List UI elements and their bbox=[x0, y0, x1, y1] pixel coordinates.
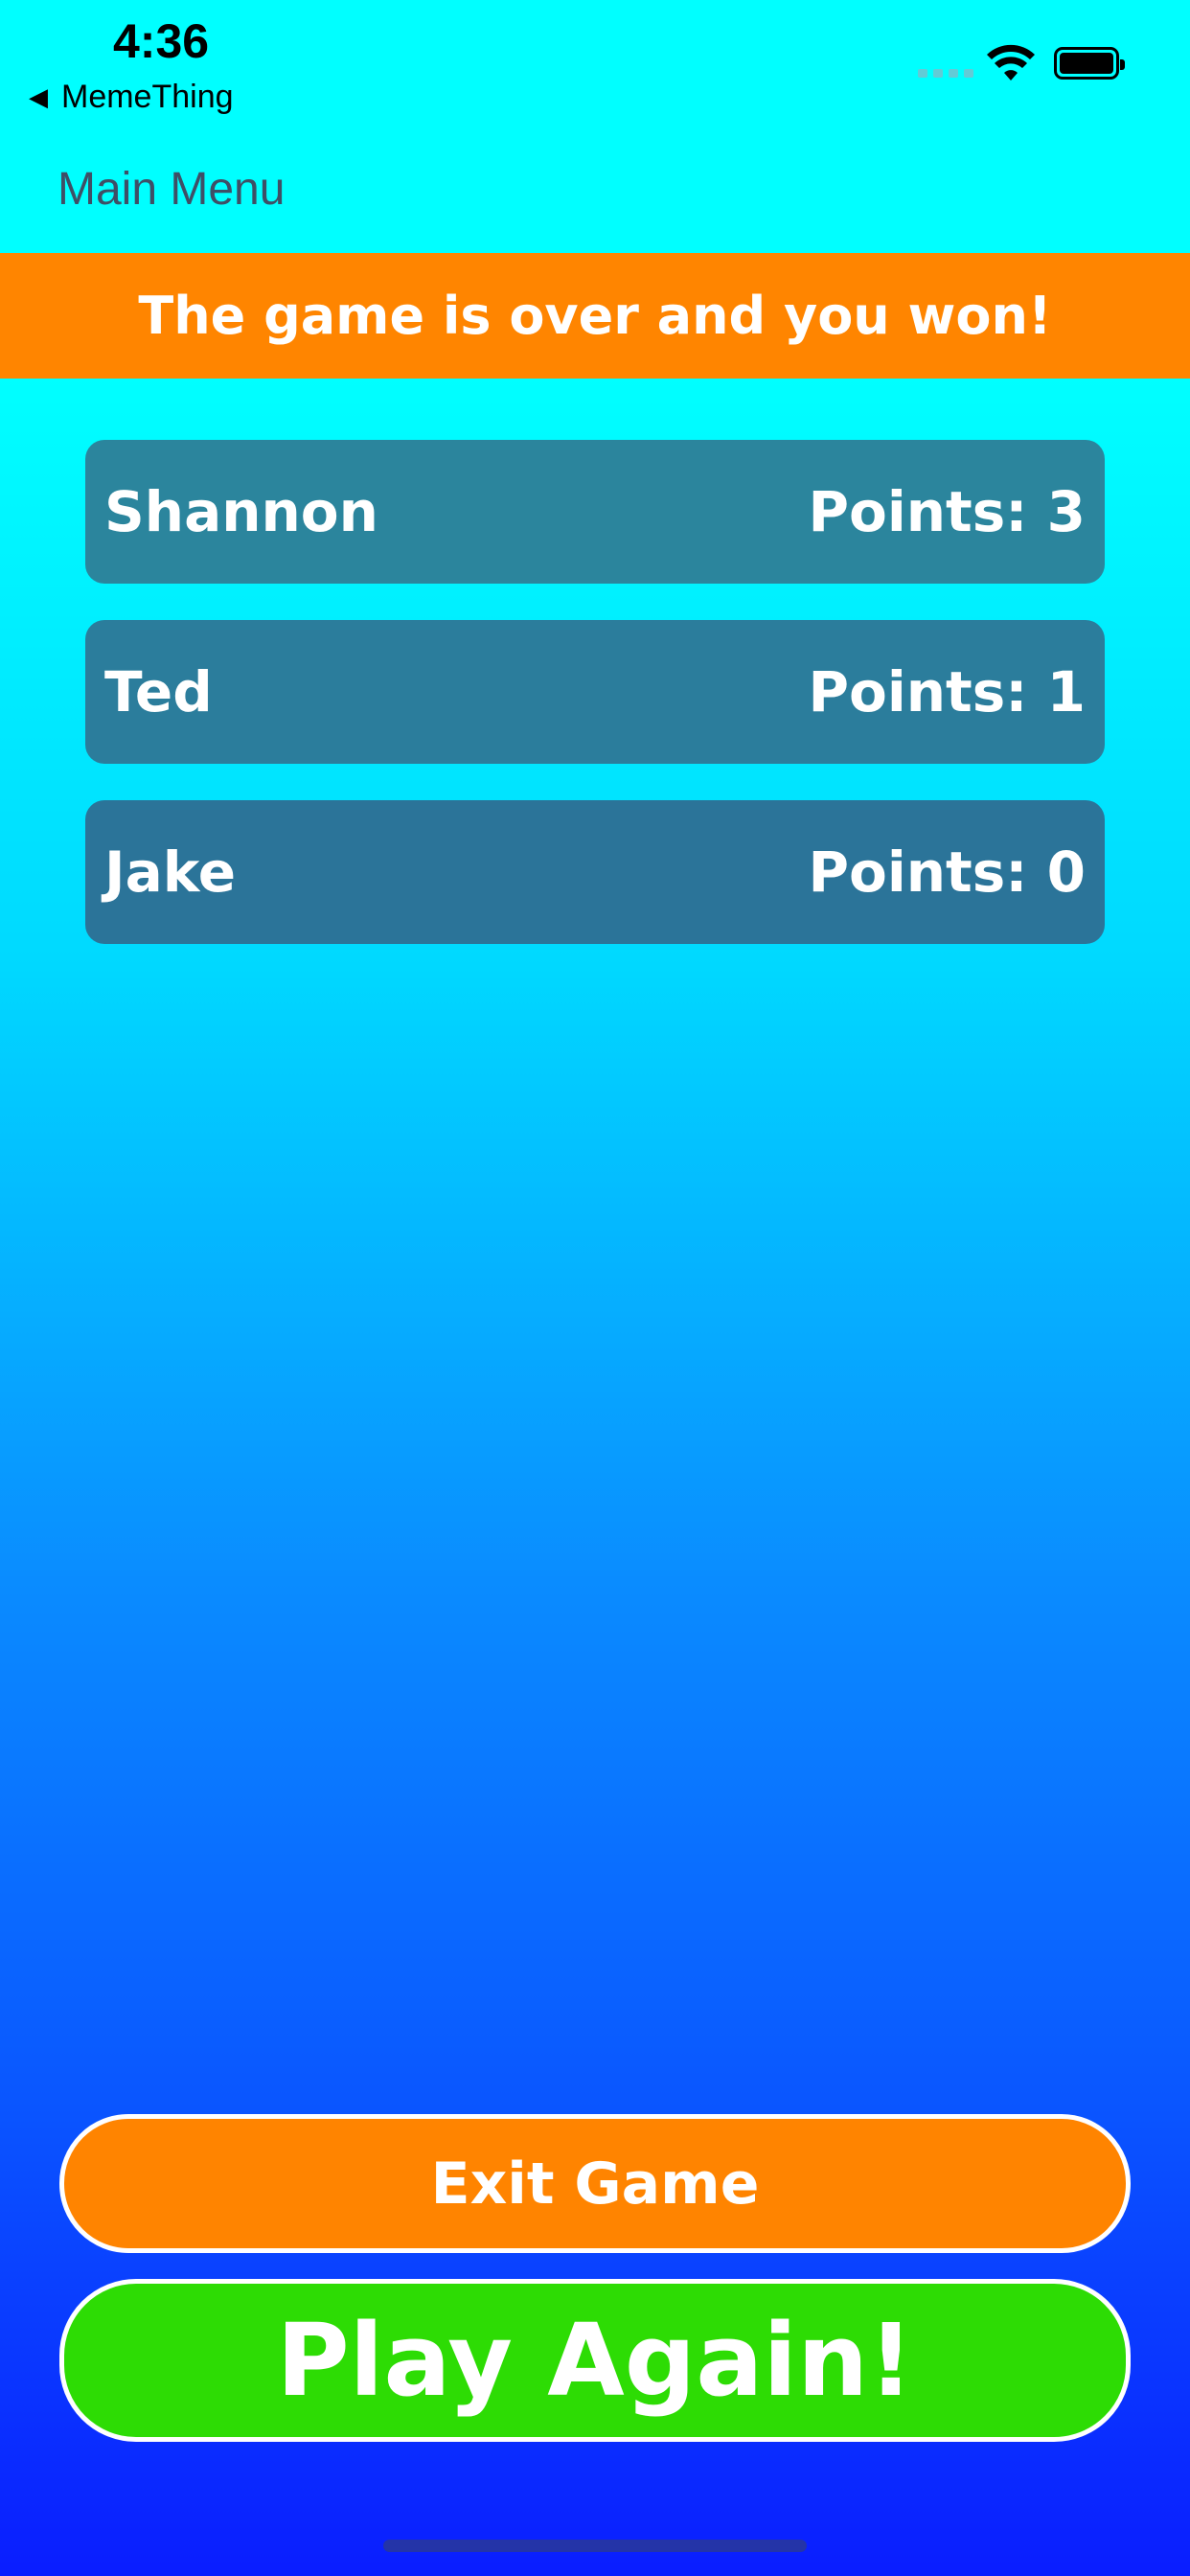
back-app-label: MemeThing bbox=[61, 79, 234, 115]
wifi-icon bbox=[987, 44, 1035, 80]
player-points: Points: 1 bbox=[808, 659, 1086, 724]
play-again-button[interactable]: Play Again! bbox=[59, 2279, 1131, 2442]
player-row: Jake Points: 0 bbox=[85, 800, 1105, 944]
player-name: Shannon bbox=[104, 479, 378, 544]
main-menu-button[interactable]: Main Menu bbox=[57, 163, 285, 216]
battery-icon bbox=[1054, 47, 1125, 80]
player-name: Ted bbox=[104, 659, 213, 724]
play-again-label: Play Again! bbox=[276, 2302, 914, 2419]
back-to-app-link[interactable]: ◀ MemeThing bbox=[29, 79, 234, 116]
signal-icon bbox=[918, 69, 973, 78]
player-points: Points: 3 bbox=[808, 479, 1086, 544]
home-indicator[interactable] bbox=[383, 2540, 807, 2552]
status-bar: 4:36 ◀ MemeThing bbox=[0, 0, 1190, 125]
exit-game-label: Exit Game bbox=[430, 2150, 760, 2218]
status-time: 4:36 bbox=[113, 14, 210, 68]
exit-game-button[interactable]: Exit Game bbox=[59, 2114, 1131, 2253]
player-row: Ted Points: 1 bbox=[85, 620, 1105, 764]
player-score-list: Shannon Points: 3 Ted Points: 1 Jake Poi… bbox=[85, 440, 1105, 980]
player-row: Shannon Points: 3 bbox=[85, 440, 1105, 584]
back-triangle-icon: ◀ bbox=[29, 82, 48, 111]
player-name: Jake bbox=[104, 840, 237, 905]
banner-text: The game is over and you won! bbox=[138, 286, 1052, 346]
player-points: Points: 0 bbox=[808, 840, 1086, 905]
game-over-banner: The game is over and you won! bbox=[0, 253, 1190, 379]
